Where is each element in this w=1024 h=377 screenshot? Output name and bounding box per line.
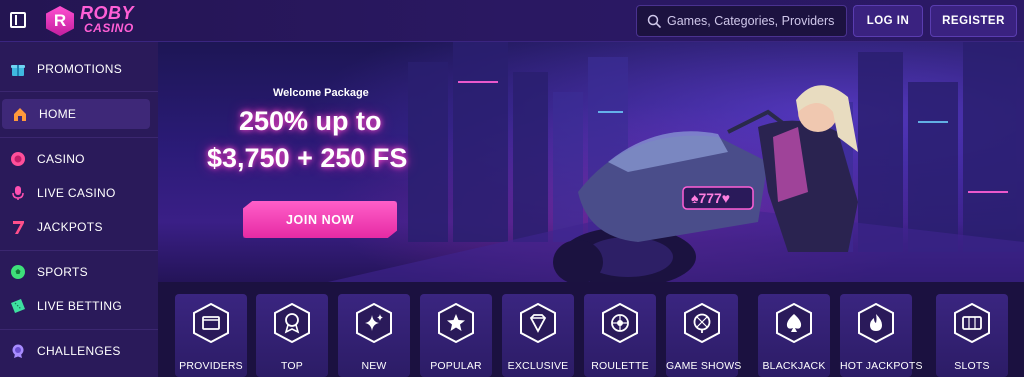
sidebar-item-label: CASINO [37, 152, 85, 166]
sidebar-item-jackpots[interactable]: JACKPOTS [0, 212, 158, 242]
category-blackjack[interactable]: BLACKJACK [758, 294, 830, 377]
category-label: TOP [281, 360, 303, 372]
folder-icon [193, 303, 229, 343]
hero-title-line2: $3,750 + 250 FS [207, 143, 408, 173]
sidebar-item-live-casino[interactable]: LIVE CASINO [0, 178, 158, 208]
hero-banner[interactable]: ♠777♥ Welcome Package 250% up to $3,750 … [158, 42, 1024, 282]
category-label: POPULAR [430, 360, 482, 372]
category-top[interactable]: TOP [256, 294, 328, 377]
category-new[interactable]: NEW [338, 294, 410, 377]
search-icon [647, 14, 661, 28]
logo-text-casino: CASINO [84, 21, 134, 35]
category-roulette[interactable]: ROULETTE [584, 294, 656, 377]
hero-subtitle: Welcome Package [273, 87, 369, 99]
sidebar-toggle-icon[interactable] [10, 12, 26, 28]
sidebar-divider [0, 250, 158, 251]
login-button[interactable]: LOG IN [853, 5, 923, 37]
sidebar-item-sports[interactable]: SPORTS [0, 257, 158, 287]
top-bar: ROBY CASINO LOG IN REGISTER [0, 0, 1024, 42]
flame-icon [858, 303, 894, 343]
category-label: NEW [361, 360, 387, 372]
roulette-icon [602, 303, 638, 343]
category-label: SLOTS [954, 360, 990, 372]
casino-logo[interactable]: ROBY CASINO [46, 4, 146, 38]
wheel-icon [684, 303, 720, 343]
sidebar-item-home[interactable]: HOME [2, 99, 150, 129]
sidebar-item-label: LIVE BETTING [37, 299, 122, 313]
sidebar-divider [0, 137, 158, 138]
sidebar-item-label: SPORTS [37, 265, 88, 279]
sparkle-icon [356, 303, 392, 343]
sidebar-divider [0, 329, 158, 330]
sidebar-item-promotions[interactable]: PROMOTIONS [0, 54, 158, 84]
category-label: EXCLUSIVE [507, 360, 569, 372]
microphone-icon [12, 186, 24, 200]
sidebar-item-challenges[interactable]: CHALLENGES [0, 336, 158, 366]
home-icon [14, 108, 26, 121]
seven-icon [13, 221, 24, 234]
category-label: ROULETTE [591, 360, 649, 372]
ticket-icon [11, 299, 25, 313]
sidebar-item-label: LIVE CASINO [37, 186, 116, 200]
sidebar-item-live-betting[interactable]: LIVE BETTING [0, 291, 158, 321]
sidebar-item-label: PROMOTIONS [37, 62, 123, 76]
diamond-icon [520, 303, 556, 343]
sidebar-item-label: HOME [39, 107, 77, 121]
category-label: PROVIDERS [179, 360, 243, 372]
hero-title-line1: 250% up to [239, 106, 382, 136]
category-label: GAME SHOWS [666, 360, 742, 372]
category-exclusive[interactable]: EXCLUSIVE [502, 294, 574, 377]
category-popular[interactable]: POPULAR [420, 294, 492, 377]
gift-icon [11, 65, 25, 76]
register-button[interactable]: REGISTER [930, 5, 1017, 37]
medal-icon [12, 344, 24, 358]
logo-badge-icon [46, 6, 74, 36]
sidebar-divider [0, 91, 158, 92]
search-box[interactable] [636, 5, 847, 37]
sidebar: PROMOTIONS HOME CASINO LIVE CASINO JACKP… [0, 42, 158, 377]
sidebar-item-label: CHALLENGES [37, 344, 121, 358]
category-slots[interactable]: SLOTS [936, 294, 1008, 377]
soccer-ball-icon [11, 265, 25, 279]
category-row: PROVIDERS TOP NEW POPULAR EXCLUSIVE ROUL… [158, 282, 1024, 377]
logo-text-roby: ROBY [80, 3, 135, 23]
category-hot-jackpots[interactable]: HOT JACKPOTS [840, 294, 923, 377]
category-game-shows[interactable]: GAME SHOWS [666, 294, 742, 377]
search-input[interactable] [667, 6, 845, 36]
sidebar-item-casino[interactable]: CASINO [0, 144, 158, 174]
join-now-button[interactable]: JOIN NOW [243, 201, 397, 238]
award-icon [274, 303, 310, 343]
category-providers[interactable]: PROVIDERS [175, 294, 247, 377]
sidebar-item-label: JACKPOTS [37, 220, 103, 234]
svg-text:♠777♥: ♠777♥ [691, 190, 730, 206]
category-label: BLACKJACK [762, 360, 826, 372]
star-icon [438, 303, 474, 343]
spade-icon [776, 303, 812, 343]
chip-icon [11, 152, 25, 166]
slot-icon [954, 303, 990, 343]
category-label: HOT JACKPOTS [840, 360, 923, 372]
